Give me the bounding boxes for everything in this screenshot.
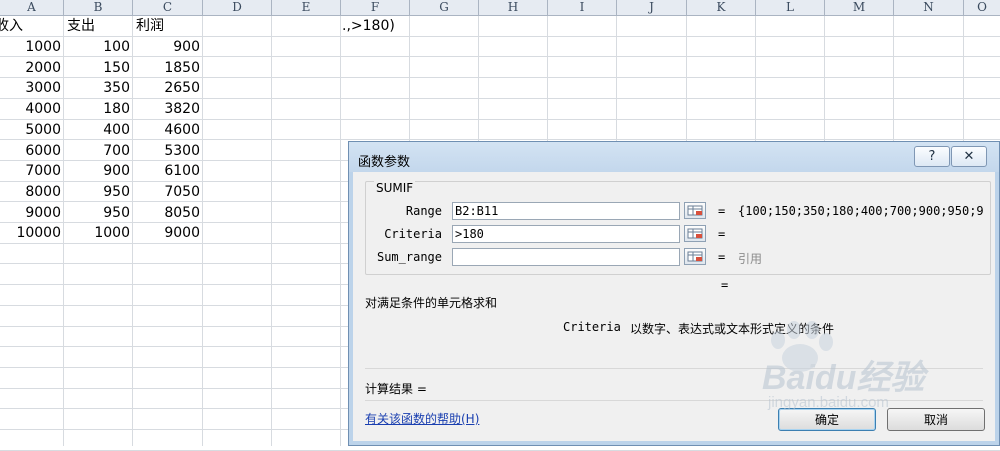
header-cell-expense[interactable]: 支出: [64, 16, 133, 36]
table-cell[interactable]: 100: [64, 37, 133, 57]
column-header-a[interactable]: A: [0, 0, 64, 15]
table-cell[interactable]: 1000: [64, 223, 133, 243]
watermark-logo-text: Baidu经验: [762, 359, 925, 397]
column-header-o[interactable]: O: [964, 0, 1000, 15]
range-equals: =: [718, 204, 726, 218]
table-cell[interactable]: 9000: [133, 223, 203, 243]
table-cell[interactable]: 3820: [133, 99, 203, 119]
table-cell[interactable]: 400: [64, 120, 133, 140]
table-cell[interactable]: 900: [64, 161, 133, 181]
ref-picker-icon: [687, 251, 703, 262]
range-label: Range: [405, 204, 442, 218]
table-cell[interactable]: 950: [64, 203, 133, 223]
column-header-c[interactable]: C: [133, 0, 203, 15]
table-cell[interactable]: 2000: [0, 58, 64, 78]
watermark-url: jingyan.baidu.com: [768, 394, 889, 411]
header-cell-profit[interactable]: 利润: [133, 16, 203, 36]
help-button[interactable]: ?: [914, 146, 950, 167]
column-header-m[interactable]: M: [825, 0, 894, 15]
sum-range-equals: =: [718, 250, 726, 264]
table-cell[interactable]: 350: [64, 78, 133, 98]
criteria-label: Criteria: [384, 227, 442, 241]
function-name: SUMIF: [374, 181, 416, 195]
table-cell[interactable]: 5000: [0, 120, 64, 140]
function-description: 对满足条件的单元格求和: [365, 296, 498, 310]
range-collapse-button[interactable]: [684, 202, 706, 219]
total-equals: =: [721, 278, 729, 292]
column-header-i[interactable]: I: [548, 0, 617, 15]
table-cell[interactable]: 180: [64, 99, 133, 119]
criteria-collapse-button[interactable]: [684, 225, 706, 242]
table-cell[interactable]: 950: [64, 182, 133, 202]
range-input[interactable]: B2:B11: [452, 202, 680, 220]
table-cell[interactable]: 1850: [133, 58, 203, 78]
gridline-vertical: [271, 16, 272, 446]
dialog-title: 函数参数: [358, 155, 411, 170]
table-cell[interactable]: 7000: [0, 161, 64, 181]
column-header-l[interactable]: L: [756, 0, 825, 15]
table-cell[interactable]: 5300: [133, 141, 203, 161]
criteria-equals: =: [718, 227, 726, 241]
sum-range-label: Sum_range: [376, 250, 442, 264]
table-cell[interactable]: 4600: [133, 120, 203, 140]
range-result: {100;150;350;180;400;700;900;950;9: [738, 204, 984, 218]
column-header-b[interactable]: B: [64, 0, 133, 15]
table-cell[interactable]: 6100: [133, 161, 203, 181]
column-header-f[interactable]: F: [341, 0, 410, 15]
table-cell[interactable]: 8050: [133, 203, 203, 223]
arguments-group: SUMIF Range B2:B11 = {100;150;350;180;40…: [365, 181, 991, 275]
sum-range-result: 引用: [738, 252, 763, 266]
dialog-titlebar[interactable]: 函数参数 ? ✕: [349, 142, 999, 172]
table-cell[interactable]: 700: [64, 141, 133, 161]
table-cell[interactable]: 6000: [0, 141, 64, 161]
column-header-e[interactable]: E: [272, 0, 341, 15]
ref-picker-icon: [687, 228, 703, 239]
table-cell[interactable]: 7050: [133, 182, 203, 202]
table-cell[interactable]: 10000: [0, 223, 64, 243]
formula-preview-cell[interactable]: .,>180): [339, 16, 459, 36]
calc-result-label: 计算结果 =: [365, 382, 427, 396]
column-header-n[interactable]: N: [894, 0, 964, 15]
param-name: Criteria: [563, 320, 621, 334]
sum-range-collapse-button[interactable]: [684, 248, 706, 265]
baidu-jingyan-watermark: Baidu经验 jingyan.baidu.com: [756, 318, 986, 418]
table-cell[interactable]: 8000: [0, 182, 64, 202]
column-header-h[interactable]: H: [479, 0, 548, 15]
column-header-j[interactable]: J: [617, 0, 687, 15]
table-cell[interactable]: 3000: [0, 78, 64, 98]
function-help-link[interactable]: 有关该函数的帮助(H): [365, 410, 479, 427]
table-cell[interactable]: 1000: [0, 37, 64, 57]
close-button[interactable]: ✕: [951, 146, 987, 167]
column-header-g[interactable]: G: [410, 0, 479, 15]
column-header-k[interactable]: K: [687, 0, 756, 15]
column-header-d[interactable]: D: [203, 0, 272, 15]
table-cell[interactable]: 4000: [0, 99, 64, 119]
sum-range-input[interactable]: [452, 248, 680, 266]
ref-picker-icon: [687, 205, 703, 216]
table-cell[interactable]: 2650: [133, 78, 203, 98]
criteria-input[interactable]: >180: [452, 225, 680, 243]
gridline-vertical: [340, 16, 341, 446]
table-cell[interactable]: 900: [133, 37, 203, 57]
table-cell[interactable]: 150: [64, 58, 133, 78]
header-cell-income[interactable]: 收入: [0, 16, 56, 36]
table-cell[interactable]: 9000: [0, 203, 64, 223]
column-header-row: A B C D E F G H I J K L M N O: [0, 0, 1000, 16]
